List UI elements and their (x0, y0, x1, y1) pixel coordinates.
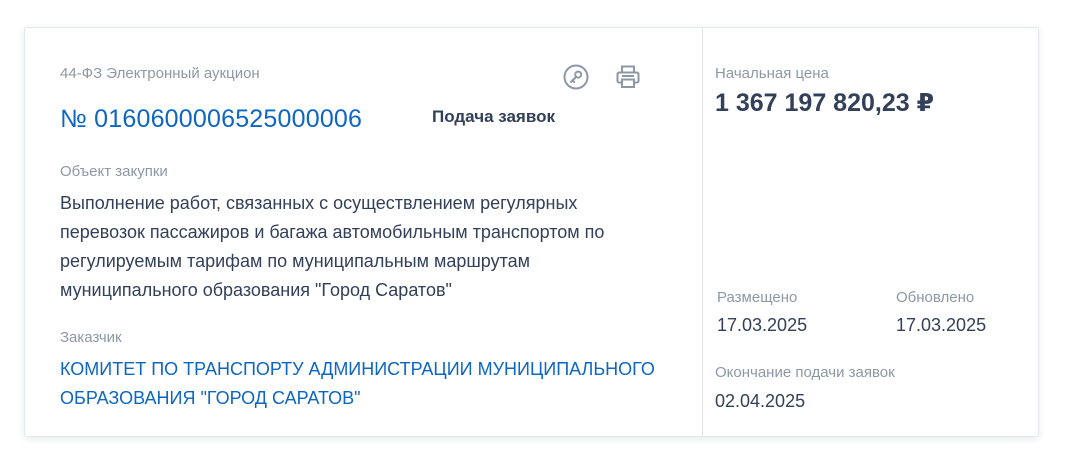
deadline-label: Окончание подачи заявок (715, 364, 895, 381)
print-icon-button[interactable] (613, 62, 643, 92)
updated-date-value: 17.03.2025 (896, 315, 987, 335)
object-label: Объект закупки (60, 163, 168, 180)
updated-date-label: Обновлено (896, 289, 975, 306)
law-type-label: 44-ФЗ Электронный аукцион (60, 65, 260, 82)
card-side-section: Начальная цена 1 367 197 820,23 ₽ Размещ… (703, 28, 1038, 436)
posted-date-label: Размещено (717, 289, 798, 306)
procurement-card: 44-ФЗ Электронный аукцион № 016060000652… (24, 27, 1039, 437)
object-description: Выполнение работ, связанных с осуществле… (60, 193, 605, 300)
price-label: Начальная цена (715, 65, 829, 82)
customer-link[interactable]: КОМИТЕТ ПО ТРАНСПОРТУ АДМИНИСТРАЦИИ МУНИ… (60, 355, 680, 413)
procurement-number-link[interactable]: № 0160600006525000006 (60, 103, 362, 135)
card-main-section: 44-ФЗ Электронный аукцион № 016060000652… (25, 28, 702, 436)
print-icon (616, 65, 640, 88)
customer-label: Заказчик (60, 329, 122, 346)
deadline-value: 02.04.2025 (715, 391, 806, 411)
key-icon-button[interactable] (561, 62, 591, 92)
key-icon (563, 64, 589, 90)
price-value: 1 367 197 820,23 ₽ (715, 89, 934, 117)
stage-status: Подача заявок (432, 107, 555, 126)
posted-date-value: 17.03.2025 (717, 315, 808, 335)
